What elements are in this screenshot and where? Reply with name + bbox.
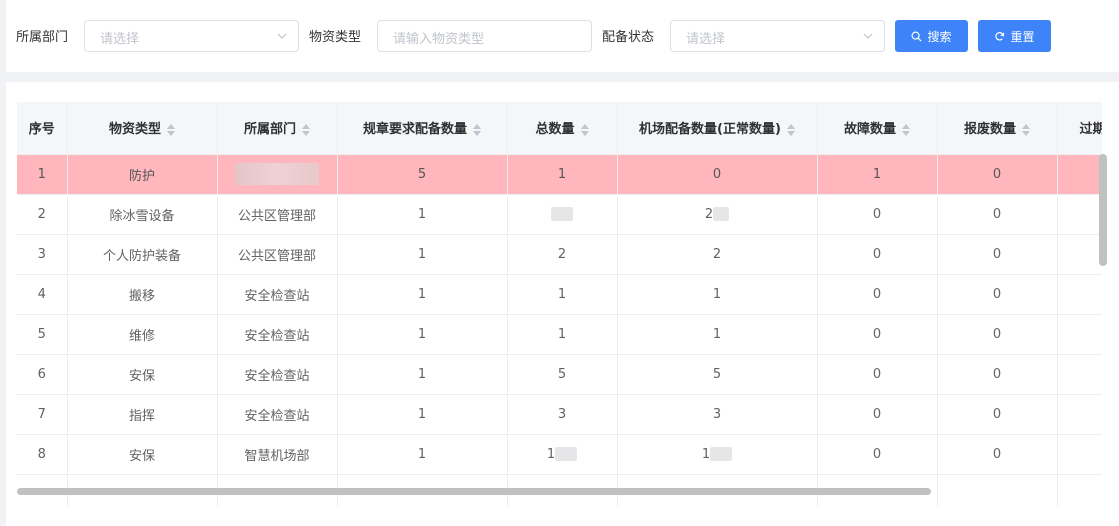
status-select[interactable]: 请选择 <box>670 20 885 52</box>
sort-icon[interactable] <box>473 123 481 136</box>
sort-icon[interactable] <box>302 123 310 136</box>
col-header-fault[interactable]: 故障数量 <box>817 102 938 155</box>
dept-label: 所属部门 <box>16 30 69 45</box>
redacted-cell <box>217 154 338 195</box>
reset-button-label: 重置 <box>1010 29 1035 44</box>
search-button-label: 搜索 <box>927 29 952 44</box>
table-row[interactable]: 1 防护 5 1 0 1 0 <box>17 154 1102 195</box>
table-row[interactable]: 6 安保 安全检查站 1 5 5 0 0 <box>17 354 1102 395</box>
table-row[interactable]: 7 指挥 安全检查站 1 3 3 0 0 <box>17 394 1102 435</box>
type-input[interactable]: 请输入物资类型 <box>377 20 592 52</box>
search-button[interactable]: 搜索 <box>895 20 968 52</box>
reset-button[interactable]: 重置 <box>978 20 1051 52</box>
status-placeholder: 请选择 <box>686 32 726 47</box>
sort-icon[interactable] <box>167 123 175 136</box>
table-panel: 序号 物资类型 所属部门 规章要求配备数量 总数量 机场配备数量(正常数量) 故… <box>6 82 1119 526</box>
dept-placeholder: 请选择 <box>100 32 140 47</box>
col-header-total[interactable]: 总数量 <box>507 102 618 155</box>
col-header-dept[interactable]: 所属部门 <box>217 102 338 155</box>
sort-icon[interactable] <box>1022 123 1030 136</box>
chevron-down-icon <box>277 33 287 39</box>
sort-icon[interactable] <box>786 123 795 136</box>
sort-icon[interactable] <box>902 123 910 136</box>
filter-panel: 所属部门 请选择 物资类型 请输入物资类型 配备状态 请选择 搜索 重置 <box>6 0 1119 72</box>
refresh-icon <box>995 31 1005 41</box>
vertical-scrollbar[interactable] <box>1099 154 1107 266</box>
sort-icon[interactable] <box>580 123 589 136</box>
type-label: 物资类型 <box>309 30 362 45</box>
status-label: 配备状态 <box>602 30 655 45</box>
chevron-down-icon <box>863 33 873 39</box>
search-icon <box>911 31 922 42</box>
col-header-scrap[interactable]: 报废数量 <box>937 102 1058 155</box>
col-header-normal[interactable]: 机场配备数量(正常数量) <box>617 102 818 155</box>
redacted-cell <box>507 194 618 235</box>
table-row[interactable]: 4 搬移 安全检查站 1 1 1 0 0 <box>17 274 1102 315</box>
data-table: 序号 物资类型 所属部门 规章要求配备数量 总数量 机场配备数量(正常数量) 故… <box>17 102 1102 506</box>
col-header-type[interactable]: 物资类型 <box>67 102 218 155</box>
col-header-expired[interactable]: 过期 <box>1057 102 1102 155</box>
col-header-index: 序号 <box>17 102 68 155</box>
data-table-wrapper[interactable]: 序号 物资类型 所属部门 规章要求配备数量 总数量 机场配备数量(正常数量) 故… <box>17 102 1102 506</box>
type-placeholder: 请输入物资类型 <box>393 32 485 47</box>
table-row[interactable]: 5 维修 安全检查站 1 1 1 0 0 <box>17 314 1102 355</box>
dept-select[interactable]: 请选择 <box>84 20 299 52</box>
col-header-required[interactable]: 规章要求配备数量 <box>337 102 508 155</box>
table-row[interactable]: 2 除冰雪设备 公共区管理部 1 2 0 0 <box>17 194 1102 235</box>
horizontal-scrollbar[interactable] <box>17 488 931 495</box>
table-header-row: 序号 物资类型 所属部门 规章要求配备数量 总数量 机场配备数量(正常数量) 故… <box>17 102 1102 155</box>
table-row[interactable]: 8 安保 智慧机场部 1 1 1 0 0 <box>17 434 1102 475</box>
table-row[interactable]: 3 个人防护装备 公共区管理部 1 2 2 0 0 <box>17 234 1102 275</box>
